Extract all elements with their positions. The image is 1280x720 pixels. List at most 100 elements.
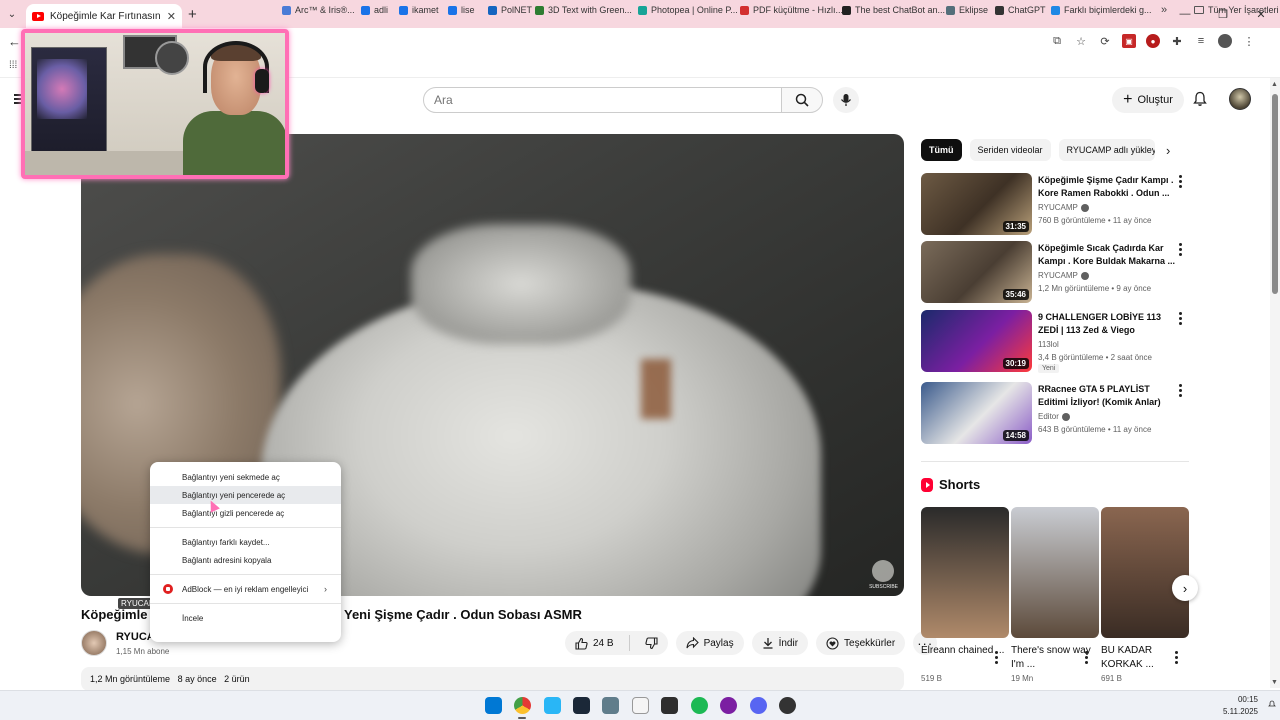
ctx-open-incognito[interactable]: Bağlantıyı gizli pencerede aç <box>150 504 341 522</box>
notifications-bell-icon[interactable] <box>1192 91 1208 107</box>
new-tab-button[interactable]: + <box>188 6 197 23</box>
recommended-video[interactable]: 31:35 Köpeğimle Şişme Çadır Kampı . Kore … <box>921 173 1189 237</box>
taskbar-calculator-icon[interactable] <box>602 697 619 714</box>
taskbar-app-six-icon[interactable] <box>632 697 649 714</box>
recommended-video[interactable]: 14:58 RRacnee GTA 5 PLAYLİST Editimi İzli… <box>921 382 1189 446</box>
more-options-icon[interactable] <box>1179 312 1183 327</box>
download-button[interactable]: İndir <box>751 631 809 655</box>
ctx-save-link-as[interactable]: Bağlantıyı farklı kaydet... <box>150 533 341 551</box>
bookmark-star-icon[interactable]: ☆ <box>1074 34 1088 48</box>
dislike-button[interactable] <box>635 631 668 655</box>
bookmark-item[interactable]: PolNET <box>488 5 532 15</box>
short-thumbnail[interactable] <box>1101 507 1189 638</box>
taskbar-app-eleven-icon[interactable] <box>779 697 796 714</box>
video-title[interactable]: Köpeğimle Sıcak Çadırda Kar Kampı . Kore… <box>1038 242 1176 268</box>
search-button[interactable] <box>781 87 823 113</box>
search-box[interactable] <box>423 87 782 113</box>
video-title[interactable]: RRacnee GTA 5 PLAYLİST Editimi İzliyor! … <box>1038 383 1176 409</box>
extensions-puzzle-icon[interactable]: ✚ <box>1170 34 1184 48</box>
video-thumbnail[interactable]: 30:19 <box>921 310 1032 372</box>
tab-search-icon[interactable]: ⌄ <box>0 0 24 28</box>
short-thumbnail[interactable] <box>921 507 1009 638</box>
bookmark-item[interactable]: Farklı biçimlerdeki g... <box>1051 5 1152 15</box>
pdf-extension-icon[interactable]: ▣ <box>1122 34 1136 48</box>
video-channel[interactable]: RYUCAMP <box>1038 203 1089 212</box>
bookmarks-overflow-icon[interactable]: » <box>1161 4 1167 16</box>
taskbar-notes-icon[interactable] <box>661 697 678 714</box>
video-thumbnail[interactable]: 31:35 <box>921 173 1032 235</box>
bookmark-item[interactable]: Photopea | Online P... <box>638 5 738 15</box>
ctx-adblock[interactable]: AdBlock — en iyi reklam engelleyici › <box>150 580 341 598</box>
profile-avatar-icon[interactable] <box>1218 34 1232 48</box>
recommended-video[interactable]: 30:19 9 CHALLENGER LOBİYE 113 ZEDİ | 113 … <box>921 310 1189 374</box>
taskbar-windows-start-icon[interactable] <box>485 697 502 714</box>
bookmark-item[interactable]: ikamet <box>399 5 439 15</box>
bookmark-item[interactable]: PDF küçültme - Hızlı... <box>740 5 843 15</box>
video-title[interactable]: Köpeğimle Şişme Çadır Kampı . Kore Ramen… <box>1038 174 1176 200</box>
apps-grid-icon[interactable]: ⁞⁞⁞ <box>9 60 17 71</box>
subscribe-watermark-icon[interactable] <box>872 560 894 582</box>
back-arrow-icon[interactable]: ← <box>8 34 21 49</box>
more-options-icon[interactable] <box>1175 651 1178 666</box>
chip-all[interactable]: Tümü <box>921 139 962 161</box>
thanks-button[interactable]: Teşekkürler <box>816 631 906 655</box>
description-box[interactable]: 1,2 Mn görüntüleme 8 ay önce 2 ürün <box>81 667 904 691</box>
install-app-icon[interactable]: ⧉ <box>1050 34 1064 48</box>
scroll-up-icon[interactable]: ▲ <box>1271 81 1278 88</box>
bookmark-item[interactable]: adli <box>361 5 388 15</box>
chevron-right-icon[interactable]: › <box>1166 143 1170 158</box>
video-thumbnail[interactable]: 35:46 <box>921 241 1032 303</box>
video-title[interactable]: 9 CHALLENGER LOBİYE 113 ZEDİ | 113 Zed &… <box>1038 311 1176 337</box>
browser-tab-active[interactable]: Köpeğimle Kar Fırtınasında Kam ✕ <box>26 4 182 28</box>
video-thumbnail[interactable]: 14:58 <box>921 382 1032 444</box>
taskbar-snipping-icon[interactable] <box>544 697 561 714</box>
ctx-open-new-tab[interactable]: Bağlantıyı yeni sekmede aç <box>150 468 341 486</box>
extension-loop-icon[interactable]: ⟳ <box>1098 34 1112 48</box>
channel-avatar[interactable] <box>81 630 107 656</box>
taskbar-spotify-icon[interactable] <box>691 697 708 714</box>
short-item[interactable]: There's snow way I'm ... 19 Mn <box>1011 507 1099 683</box>
ctx-copy-link-address[interactable]: Bağlantı adresini kopyala <box>150 551 341 569</box>
ctx-open-new-window[interactable]: Bağlantıyı yeni pencerede aç <box>150 486 341 504</box>
page-scrollbar[interactable]: ▲ ▼ <box>1270 78 1280 688</box>
more-options-icon[interactable] <box>1179 243 1183 258</box>
account-avatar[interactable] <box>1229 88 1251 110</box>
video-channel[interactable]: Editor <box>1038 412 1070 421</box>
channel-name[interactable]: RYUCA <box>116 631 155 643</box>
taskbar-app-nine-icon[interactable] <box>720 697 737 714</box>
all-bookmarks-button[interactable]: Tüm Yer İşaretleri <box>1194 5 1279 15</box>
bookmark-item[interactable]: lise <box>448 5 475 15</box>
ctx-inspect[interactable]: İncele <box>150 609 341 627</box>
video-channel[interactable]: RYUCAMP <box>1038 271 1089 280</box>
bookmark-item[interactable]: 3D Text with Green... <box>535 5 632 15</box>
short-thumbnail[interactable] <box>1011 507 1099 638</box>
chip-series[interactable]: Seriden videolar <box>969 139 1051 161</box>
bookmark-item[interactable]: The best ChatBot an... <box>842 5 945 15</box>
bookmark-item[interactable]: Arc™ & Iris®... <box>282 5 355 15</box>
short-item[interactable]: Elreann chained ... 519 B <box>921 507 1009 683</box>
bookmark-item[interactable]: Eklipse <box>946 5 988 15</box>
taskbar-steam-icon[interactable] <box>573 697 590 714</box>
taskbar-discord-icon[interactable] <box>750 697 767 714</box>
scroll-down-icon[interactable]: ▼ <box>1271 679 1278 686</box>
create-button[interactable]: + Oluştur <box>1112 87 1184 113</box>
share-button[interactable]: Paylaş <box>675 631 744 655</box>
recommended-video[interactable]: 35:46 Köpeğimle Sıcak Çadırda Kar Kampı .… <box>921 241 1189 305</box>
voice-search-button[interactable] <box>833 87 859 113</box>
more-options-icon[interactable] <box>1179 384 1183 399</box>
video-channel[interactable]: 113lol <box>1038 340 1059 349</box>
reading-list-icon[interactable]: ≡ <box>1194 34 1208 48</box>
chip-uploader[interactable]: RYUCAMP adlı yükleyen <box>1058 139 1155 161</box>
shorts-next-button[interactable]: › <box>1172 575 1198 601</box>
like-button[interactable]: 24 B <box>565 631 624 655</box>
scroll-thumb[interactable] <box>1272 94 1278 294</box>
more-options-icon[interactable] <box>1179 175 1183 190</box>
taskbar-chrome-icon[interactable] <box>514 697 531 714</box>
notification-center-icon[interactable] <box>1268 700 1276 708</box>
more-options-icon[interactable] <box>995 651 998 666</box>
bookmark-item[interactable]: ChatGPT <box>995 5 1046 15</box>
adblock-extension-icon[interactable]: ● <box>1146 34 1160 48</box>
system-clock[interactable]: 00:15 5.11.2025 <box>1223 694 1258 718</box>
search-input[interactable] <box>434 93 771 107</box>
tab-close-icon[interactable]: ✕ <box>167 10 176 23</box>
